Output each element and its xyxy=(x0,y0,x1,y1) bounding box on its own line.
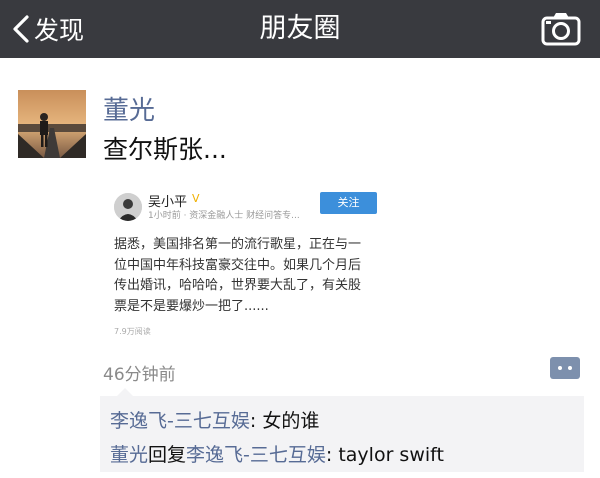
post-author[interactable]: 董光 xyxy=(103,90,155,127)
comment-item[interactable]: 董光回复李逸飞-三七互娱: taylor swift xyxy=(110,440,444,467)
comments-arrow xyxy=(117,388,133,396)
comment-icon xyxy=(558,366,562,370)
post-time: 46分钟前 xyxy=(103,365,176,385)
chevron-left-icon xyxy=(13,15,29,43)
comment-separator: : xyxy=(249,410,263,432)
verified-v-icon: V xyxy=(192,192,200,205)
comments-box: 李逸飞-三七互娱: 女的谁 董光回复李逸飞-三七互娱: taylor swift xyxy=(100,396,584,472)
embedded-body-line: 传出婚讯，哈哈哈，世界要大乱了，有关股 xyxy=(114,278,362,293)
follow-button: 关注 xyxy=(320,192,377,214)
person-icon xyxy=(114,193,142,221)
embedded-meta: 1小时前 · 资深金融人士 财经问答专... xyxy=(148,211,300,221)
page-title: 朋友圈 xyxy=(259,13,341,44)
comment-text: taylor swift xyxy=(338,444,444,466)
comment-item[interactable]: 李逸飞-三七互娱: 女的谁 xyxy=(110,406,319,433)
embedded-avatar xyxy=(114,193,142,221)
comment-icon-dot xyxy=(568,366,572,370)
comment-button[interactable] xyxy=(550,357,580,379)
comment-author[interactable]: 董光 xyxy=(110,444,148,466)
comment-author[interactable]: 李逸飞-三七互娱 xyxy=(110,410,250,432)
post-text: 查尔斯张... xyxy=(103,135,227,164)
embedded-read-count: 7.9万阅读 xyxy=(114,327,151,336)
embedded-body-line: 据悉，美国排名第一的流行歌星，正在与一 xyxy=(114,237,362,252)
back-label: 发现 xyxy=(34,16,85,45)
comment-reply-to[interactable]: 李逸飞-三七互娱 xyxy=(186,444,326,466)
embedded-body-line: 票是不是要爆炒一把了...... xyxy=(114,298,269,314)
embedded-body-line: 位中国中年科技富豪交往中。如果几个月后 xyxy=(114,257,362,273)
camera-icon xyxy=(541,13,581,46)
comment-text: 女的谁 xyxy=(262,410,320,432)
comment-separator: : xyxy=(325,444,339,466)
avatar[interactable] xyxy=(18,90,86,158)
reply-word: 回复 xyxy=(148,444,187,466)
navbar: 发现 朋友圈 xyxy=(0,0,600,58)
embedded-body: 据悉，美国排名第一的流行歌星，正在与一 位中国中年科技富豪交往中。如果几个月后 … xyxy=(114,235,386,317)
avatar-photo xyxy=(18,90,86,158)
back-button[interactable]: 发现 xyxy=(12,0,84,58)
embedded-screenshot[interactable]: 吴小平 V 1小时前 · 资深金融人士 财经问答专... 关注 据悉，美国排名第… xyxy=(100,183,392,345)
camera-button[interactable] xyxy=(540,12,582,46)
